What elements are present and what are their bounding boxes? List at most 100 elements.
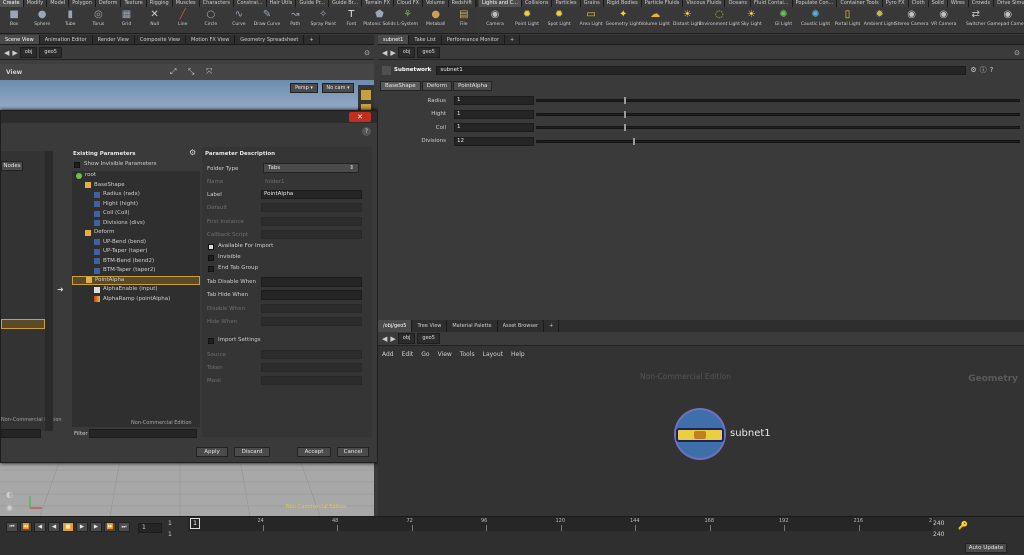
shelf-tab[interactable]: Wires [947,0,969,7]
add-tab-icon[interactable]: + [544,320,560,332]
pin-icon[interactable]: ⊙ [1014,49,1020,57]
add-tab-icon[interactable]: + [304,35,320,44]
folder-type-select[interactable]: Tabs ⇕ [263,163,359,173]
tree-item[interactable]: Divisions (divs) [72,219,200,229]
mask-field[interactable] [261,376,362,385]
current-frame-field[interactable]: 1 [138,523,162,533]
net-menu-item[interactable]: Go [421,351,429,358]
shelf-tab[interactable]: Lights and C... [479,0,522,7]
import-settings-checkbox[interactable] [208,338,214,344]
shelf-tool[interactable]: ✹ Ambient Light [864,7,896,33]
shelf-tab[interactable]: Grains [580,0,604,7]
shelf-tab[interactable]: Redshift [448,0,476,7]
end-frame-2[interactable]: 240 [933,531,944,538]
shelf-tab[interactable]: Guide Br... [328,0,363,7]
shelf-tool[interactable]: ✦ Geometry Light [606,7,641,33]
pane-tab[interactable]: subnet1 [378,35,410,44]
play-reverse-icon[interactable]: ◀ [48,522,60,532]
slider-knob[interactable] [623,97,626,105]
label-field[interactable]: PointAlpha [261,190,362,199]
filter-field[interactable] [89,429,197,438]
forward-icon[interactable]: ▶ [390,335,395,343]
display-option-icon[interactable] [361,90,371,100]
start-frame[interactable]: 1 [168,520,172,527]
shelf-tab[interactable]: Characters [199,0,234,7]
show-invisible-checkbox[interactable] [74,162,80,168]
shelf-tool[interactable]: ■ Box [0,7,28,33]
path-geo[interactable]: geo5 [39,47,62,58]
node-name-field[interactable]: subnet1 [436,65,967,75]
info-icon[interactable]: ⓘ [980,65,987,75]
shelf-tool[interactable]: ☀ Distant Light [671,7,703,33]
shelf-tool[interactable]: ⬟ Platonic Solids [363,7,396,33]
slider-knob[interactable] [623,110,626,118]
shelf-tool[interactable]: ● Metaball [422,7,450,33]
tree-item[interactable]: BTM-Bend (bend2) [72,257,200,267]
shelf-tab[interactable]: Populate Con... [792,0,838,7]
cancel-button[interactable]: Cancel [337,447,369,457]
shelf-tab[interactable]: Container Tools [837,0,883,7]
auto-update-button[interactable]: Auto Update [965,543,1007,553]
shelf-tab[interactable]: Guide Pr... [296,0,329,7]
net-pane-tab[interactable]: /obj/geo5 [378,320,413,332]
param-slider[interactable] [536,124,1020,132]
camera-menu[interactable]: No cam ▾ [322,83,354,93]
play-icon[interactable]: ▶ [76,522,88,532]
net-menu-item[interactable]: Layout [483,351,503,358]
param-value-field[interactable]: 12 [454,136,534,146]
tree-item[interactable]: Radius (radx) [72,190,200,200]
shelf-tool[interactable]: ▯ Portal Light [832,7,864,33]
shelf-tab[interactable]: Texture [121,0,147,7]
help-icon[interactable]: ? [362,127,371,136]
shelf-tab[interactable]: Create [0,0,24,7]
callback-field[interactable] [261,230,362,239]
shelf-tool[interactable]: ▮ Tube [56,7,84,33]
parameter-tree[interactable]: root BaseShape Radius (radx) Hight (hight) C… [72,171,200,427]
path-obj[interactable]: obj [397,333,416,344]
shelf-tool[interactable]: ○ Circle [197,7,225,33]
param-slider[interactable] [536,137,1020,145]
shelf-tool[interactable]: ◎ Torus [84,7,112,33]
back-icon[interactable]: ◀ [382,49,387,57]
shelf-tab[interactable]: Collisions [521,0,553,7]
shelf-tool[interactable]: ◉ Stereo Camera [895,7,929,33]
param-value-field[interactable]: 1 [454,109,534,119]
shelf-tool[interactable]: ✧ Spray Paint [309,7,337,33]
param-value-field[interactable]: 1 [454,123,534,133]
move-tool-icon[interactable]: ⤡ [188,67,194,77]
shelf-tab[interactable]: Model [47,0,70,7]
viewport-camera-icon[interactable]: ◐ [6,490,13,499]
param-slider[interactable] [536,97,1020,105]
shelf-tab[interactable]: Hair Utils [266,0,297,7]
apply-button[interactable]: Apply [196,447,228,457]
dialog-titlebar[interactable]: ✕ [1,111,377,123]
tab-disable-when-field[interactable] [261,277,362,287]
shelf-tab[interactable]: Terrain FX [362,0,394,7]
accept-button[interactable]: Accept [297,447,331,457]
pin-icon[interactable]: ⊙ [364,49,370,57]
invisible-checkbox[interactable] [208,255,214,261]
tree-item[interactable]: PointAlpha [72,275,200,285]
select-tool-icon[interactable]: ⤢ [170,67,176,77]
nodes-tab[interactable]: Nodes [1,161,23,171]
viewport-grid[interactable]: Non-Commercial Edition [0,459,374,517]
path-obj[interactable]: obj [397,47,416,58]
shelf-tab[interactable]: Modify [23,0,48,7]
tree-item[interactable]: AlphaRamp (pointAlpha) [72,295,200,305]
shelf-tool[interactable]: ☀ Sky Light [735,7,767,33]
gear-icon[interactable]: ⚙ [189,148,196,157]
tree-item[interactable]: BaseShape [72,181,200,191]
shelf-tab[interactable]: Particles [552,0,581,7]
stop-icon[interactable]: ■ [62,522,74,532]
shelf-tool[interactable]: ◉ VR Camera [928,7,960,33]
shelf-tool[interactable]: T Font [337,7,365,33]
available-import-checkbox[interactable] [208,244,214,250]
prev-key-icon[interactable]: ⏪ [20,522,32,532]
tree-item[interactable]: BTM-Taper (taper2) [72,266,200,276]
shelf-tool[interactable]: ↝ Path [281,7,309,33]
shelf-tool[interactable]: ◉ Gamepad Camera [987,7,1024,33]
tree-item[interactable]: Deform [72,228,200,238]
subnet-node[interactable] [676,428,724,442]
shelf-tab[interactable]: Constrai... [233,0,267,7]
shelf-tab[interactable]: Drive Simula... [994,0,1024,7]
